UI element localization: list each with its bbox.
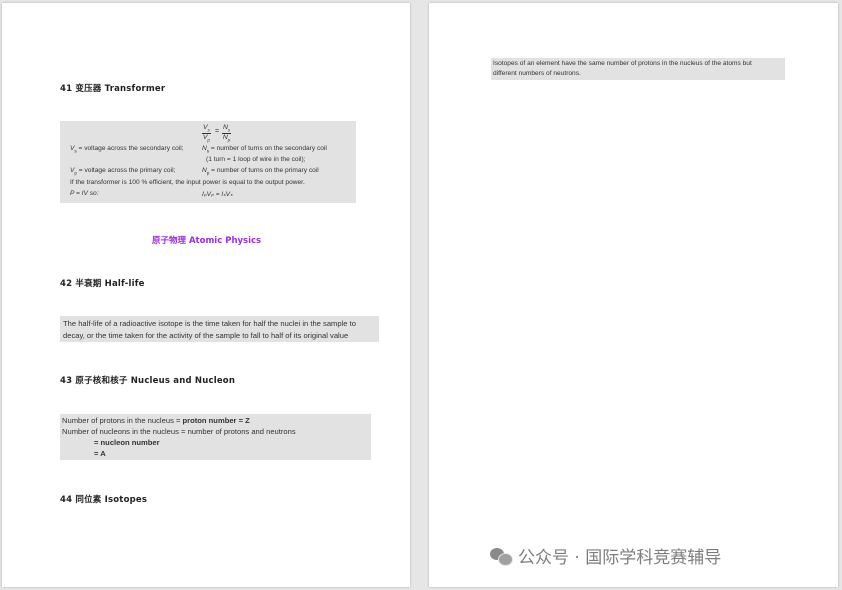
power-formula-label: P = IV so: <box>70 190 99 197</box>
section-title-atomic-physics: 原子物理 Atomic Physics <box>152 236 262 246</box>
power-equation: IₚVₚ = IₛVₛ <box>202 191 233 198</box>
heading-isotopes: 44 同位素 Isotopes <box>60 495 148 505</box>
half-life-box: The half-life of a radioactive isotope i… <box>60 316 379 342</box>
half-life-line-1: The half-life of a radioactive isotope i… <box>63 319 356 328</box>
heading-half-life: 42 半衰期 Half-life <box>60 279 145 289</box>
isotopes-line-1: Isotopes of an element have the same num… <box>493 60 752 67</box>
def-ns: Ns = number of turns on the secondary co… <box>202 145 327 154</box>
watermark: 公众号 · 国际学科竞赛辅导 <box>490 543 721 568</box>
isotopes-box: Isotopes of an element have the same num… <box>491 58 785 80</box>
wechat-icon <box>490 547 513 566</box>
def-turn-note: (1 turn = 1 loop of wire in the coil); <box>206 156 306 163</box>
half-life-line-2: decay, or the time taken for the activit… <box>63 331 349 340</box>
nucleus-line-3: = nucleon number <box>94 438 160 447</box>
heading-nucleus: 43 原子核和核子 Nucleus and Nucleon <box>60 376 236 386</box>
isotopes-line-2: different numbers of neutrons. <box>493 70 581 77</box>
watermark-text: 公众号 · 国际学科竞赛辅导 <box>518 548 722 568</box>
nucleus-line-4: = A <box>94 449 106 458</box>
formula-fraction-right: Ns Np <box>222 124 232 143</box>
transformer-box: Vs Vp = Ns Np Vs = voltage across the se… <box>60 121 356 203</box>
def-vs: Vs = voltage across the secondary coil; <box>70 145 184 154</box>
nucleus-line-2: Number of nucleons in the nucleus = numb… <box>62 427 296 436</box>
efficiency-note: If the transformer is 100 % efficient, t… <box>70 179 305 186</box>
nucleus-box: Number of protons in the nucleus = proto… <box>60 414 371 460</box>
formula-fraction-left: Vs Vp <box>202 124 211 143</box>
def-vp: Vp = voltage across the primary coil; <box>70 167 176 176</box>
document-page-right: Isotopes of an element have the same num… <box>429 3 838 587</box>
def-np: Np = number of turns on the primary coil <box>202 167 319 176</box>
document-page-left: 41 变压器 Transformer Vs Vp = Ns Np Vs = vo… <box>2 3 410 587</box>
nucleus-line-1: Number of protons in the nucleus = proto… <box>62 416 250 425</box>
formula-equals: = <box>215 128 220 135</box>
heading-transformer: 41 变压器 Transformer <box>60 84 166 94</box>
